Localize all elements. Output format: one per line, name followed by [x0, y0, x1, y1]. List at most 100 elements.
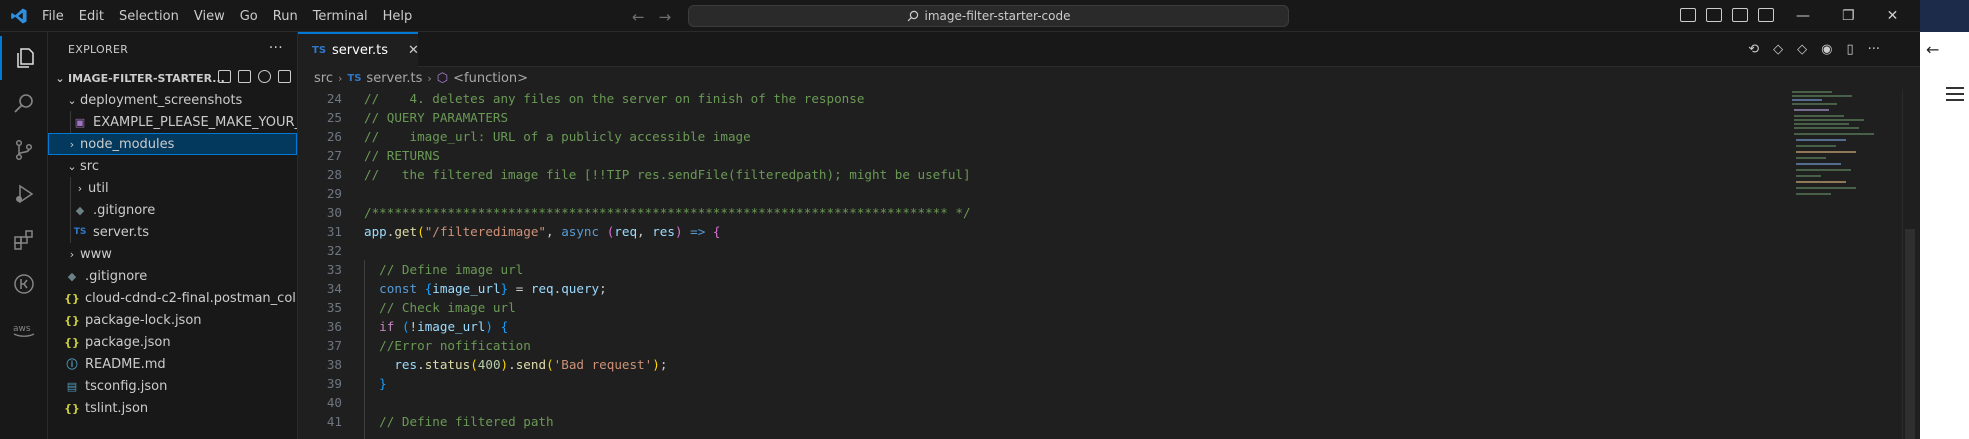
code-comment: // the filtered image file [!!TIP res.se…	[364, 167, 971, 182]
menu-terminal[interactable]: Terminal	[313, 9, 377, 24]
code-comment: // image_url: URL of a publicly accessib…	[364, 129, 751, 144]
tree-item-www[interactable]: › www	[48, 243, 297, 265]
customize-layout-icon[interactable]	[1758, 8, 1774, 22]
tree-item-root-gitignore[interactable]: ◆ .gitignore	[48, 265, 297, 287]
code-comment: // Define image url	[379, 262, 524, 277]
menu-edit[interactable]: Edit	[79, 9, 113, 24]
typescript-tab-icon: TS	[312, 45, 327, 56]
tree-item-postman-collection[interactable]: {} cloud-cdnd-c2-final.postman_collec...	[48, 287, 297, 309]
close-window-icon[interactable]: ✕	[1887, 8, 1899, 24]
split-editor-icon[interactable]: ▯	[1846, 42, 1853, 57]
code-editor[interactable]: 24 // 4. deletes any files on the server …	[298, 89, 1798, 439]
workspace-folder[interactable]: ⌄ IMAGE-FILTER-STARTER...	[48, 67, 297, 89]
explorer-sidebar: EXPLORER ··· ⌄ IMAGE-FILTER-STARTER... ⌄…	[48, 32, 298, 439]
tree-item-tslint[interactable]: {} tslint.json	[48, 397, 297, 419]
navigation-arrows: ← →	[632, 8, 671, 26]
menu-view[interactable]: View	[194, 9, 234, 24]
explorer-icon[interactable]	[0, 36, 48, 80]
breadcrumb-file[interactable]: server.ts	[366, 71, 422, 86]
more-editor-actions-icon[interactable]: ···	[1868, 42, 1880, 57]
tree-item-src-gitignore[interactable]: ◆ .gitignore	[48, 199, 297, 221]
back-arrow-icon[interactable]: ←	[632, 8, 645, 26]
menu-selection[interactable]: Selection	[119, 9, 188, 24]
code-token: query	[561, 281, 600, 296]
tab-label: server.ts	[332, 43, 388, 58]
code-token: 'Bad request'	[553, 357, 653, 372]
menu-run[interactable]: Run	[273, 9, 307, 24]
tree-item-tsconfig[interactable]: ▤ tsconfig.json	[48, 375, 297, 397]
breadcrumb-folder[interactable]: src	[314, 71, 333, 86]
previous-change-icon[interactable]: ◇	[1773, 42, 1783, 57]
code-token: image_url	[417, 319, 486, 334]
vertical-scrollbar[interactable]	[1902, 89, 1916, 439]
code-comment: // Check image url	[379, 300, 516, 315]
open-changes-icon[interactable]: ⟲	[1748, 42, 1759, 57]
tree-item-deployment-screenshots[interactable]: ⌄ deployment_screenshots	[48, 89, 297, 111]
new-file-icon[interactable]	[218, 70, 231, 83]
code-statement: app.get("/filteredimage", async (req, re…	[364, 224, 721, 239]
tree-item-label: .gitignore	[93, 202, 156, 218]
remote-explorer-icon[interactable]	[0, 262, 48, 306]
run-debug-icon[interactable]	[0, 172, 48, 216]
tree-item-label: .gitignore	[85, 268, 148, 284]
tree-item-package-lock[interactable]: {} package-lock.json	[48, 309, 297, 331]
tree-item-label: util	[88, 180, 109, 196]
menu-file[interactable]: File	[42, 9, 73, 24]
code-line: 28 // the filtered image file [!!TIP res.…	[298, 165, 1798, 184]
code-line: 30 /*************************************…	[298, 203, 1798, 222]
tree-item-readme[interactable]: ⓘ README.md	[48, 353, 297, 375]
hamburger-menu-icon[interactable]	[1946, 87, 1964, 101]
code-line: 34 const {image_url} = req.query;	[298, 279, 1798, 298]
source-control-icon[interactable]	[0, 128, 48, 172]
toggle-panel-icon[interactable]	[1706, 8, 1722, 22]
more-actions-icon[interactable]: ···	[269, 40, 283, 56]
code-line: 25 // QUERY PARAMATERS	[298, 108, 1798, 127]
indent-guide	[364, 260, 365, 439]
search-sidebar-icon[interactable]	[0, 82, 48, 126]
tree-item-src[interactable]: ⌄ src	[48, 155, 297, 177]
tree-item-label: server.ts	[93, 224, 149, 240]
menu-go[interactable]: Go	[240, 9, 267, 24]
refresh-icon[interactable]	[258, 70, 271, 83]
json-file-icon: {}	[64, 401, 80, 415]
new-folder-icon[interactable]	[238, 70, 251, 83]
tree-item-package-json[interactable]: {} package.json	[48, 331, 297, 353]
restore-icon[interactable]: ❐	[1842, 8, 1855, 24]
toggle-secondary-sidebar-icon[interactable]	[1732, 8, 1748, 22]
explorer-header: EXPLORER ···	[48, 32, 297, 67]
tree-item-util[interactable]: › util	[48, 177, 297, 199]
toggle-primary-sidebar-icon[interactable]	[1680, 8, 1696, 22]
browser-back-icon[interactable]: ←	[1920, 32, 1969, 67]
code-line: 29	[298, 184, 1798, 203]
forward-arrow-icon[interactable]: →	[659, 8, 672, 26]
line-number: 31	[326, 224, 342, 239]
tab-server-ts[interactable]: TS server.ts ✕	[298, 32, 419, 67]
toggle-blame-icon[interactable]: ◉	[1821, 42, 1832, 57]
tree-item-server-ts[interactable]: TS server.ts	[48, 221, 297, 243]
line-number: 39	[326, 376, 342, 391]
scroll-thumb[interactable]	[1905, 229, 1915, 439]
code-token: 400	[477, 357, 501, 372]
next-change-icon[interactable]: ◇	[1797, 42, 1807, 57]
code-line: 24 // 4. deletes any files on the server …	[298, 89, 1798, 108]
breadcrumb-symbol[interactable]: <function>	[453, 71, 528, 86]
tree-item-node-modules[interactable]: › node_modules	[48, 133, 297, 155]
code-token: get	[394, 224, 418, 239]
code-line: 39 }	[298, 374, 1798, 393]
code-token: req	[530, 281, 554, 296]
minimize-icon[interactable]: —	[1796, 8, 1810, 24]
close-tab-icon[interactable]: ✕	[408, 43, 419, 58]
tree-item-example-image[interactable]: ▣ EXAMPLE_PLEASE_MAKE_YOUR_O...	[48, 111, 297, 133]
command-center-search[interactable]: image-filter-starter-code	[688, 5, 1289, 27]
aws-icon[interactable]: aws	[0, 308, 48, 352]
menu-help[interactable]: Help	[383, 9, 422, 24]
extensions-icon[interactable]	[0, 218, 48, 262]
code-statement: if (!image_url) {	[379, 319, 509, 334]
line-number: 33	[326, 262, 342, 277]
code-comment: //Error nofification	[379, 338, 531, 353]
tree-item-label: tsconfig.json	[85, 378, 168, 394]
minimap[interactable]	[1790, 89, 1900, 439]
code-comment: // Define filtered path	[379, 414, 554, 429]
collapse-all-icon[interactable]	[278, 70, 291, 83]
tree-item-label: cloud-cdnd-c2-final.postman_collec...	[85, 290, 297, 306]
